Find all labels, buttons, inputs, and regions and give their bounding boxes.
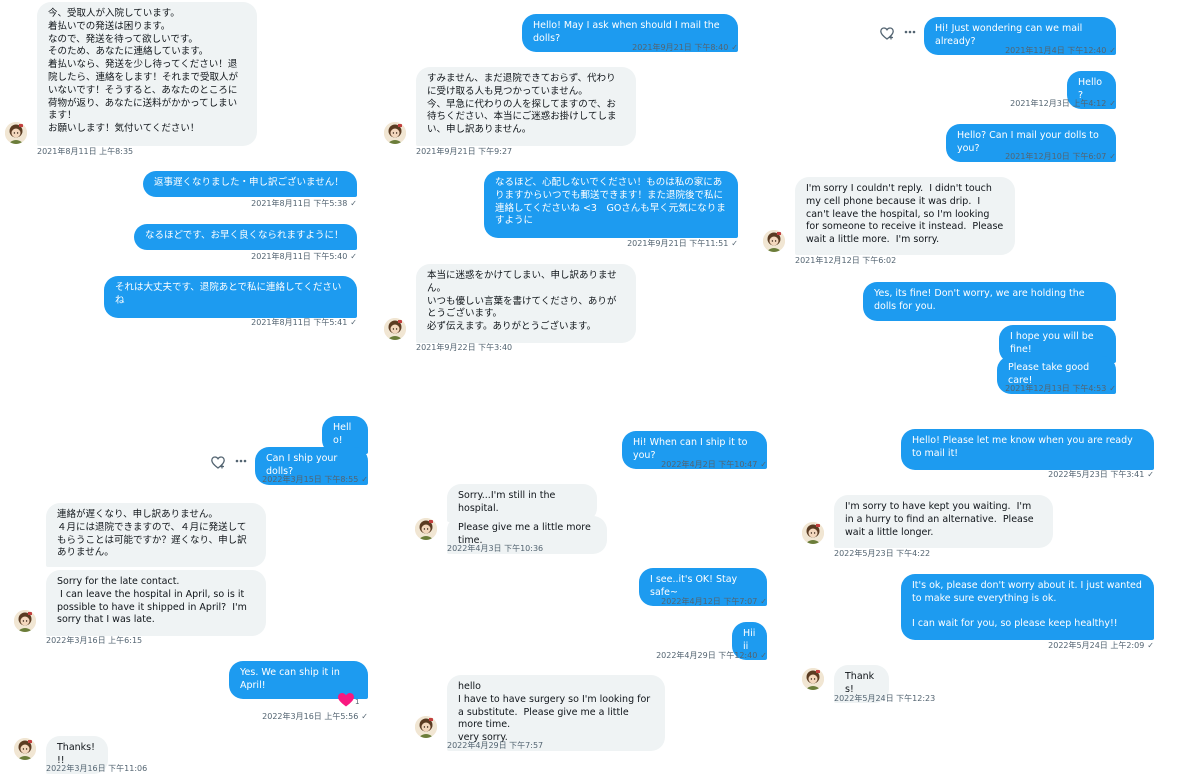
avatar[interactable] bbox=[415, 518, 437, 540]
timestamp-text: 2022年3月16日 上午6:15 bbox=[46, 636, 143, 645]
timestamp-text: 2021年12月10日 下午6:07 bbox=[1005, 152, 1107, 161]
check-icon: ✓ bbox=[760, 651, 767, 660]
received-message-bubble[interactable]: すみません、まだ退院できておらず、代わりに受け取る人も見つかっていません。 今、… bbox=[416, 67, 636, 146]
timestamp-text: 2022年5月23日 下午3:41 bbox=[1048, 470, 1145, 479]
check-icon: ✓ bbox=[350, 318, 357, 327]
heart-icon[interactable] bbox=[338, 692, 354, 711]
sent-message-bubble[interactable]: なるほど、心配しないでください！ものは私の家にありますからいつでも郵送できます！… bbox=[484, 171, 738, 238]
message-timestamp: 2021年9月21日 下午9:27 bbox=[416, 147, 512, 157]
message-timestamp: 2021年12月3日 上午4:12 ✓ bbox=[1010, 99, 1116, 109]
message-timestamp: 2022年3月16日 下午11:06 bbox=[46, 764, 147, 774]
message-timestamp: 2022年4月2日 下午10:47 ✓ bbox=[661, 460, 767, 470]
message-timestamp: 2021年8月11日 下午5:41 ✓ bbox=[251, 318, 357, 328]
received-message-bubble[interactable]: hello I have to have surgery so I'm look… bbox=[447, 675, 665, 751]
message-timestamp: 2022年5月24日 上午2:09 ✓ bbox=[1048, 641, 1154, 651]
reaction-count: 1 bbox=[355, 698, 360, 706]
timestamp-text: 2021年9月21日 下午8:40 bbox=[632, 43, 729, 52]
received-message-bubble[interactable]: 連絡が遅くなり、申し訳ありません。 ４月には退院できますので、４月に発送してもら… bbox=[46, 503, 266, 567]
timestamp-text: 2021年8月11日 下午5:41 bbox=[251, 318, 348, 327]
check-icon: ✓ bbox=[731, 43, 738, 52]
check-icon: ✓ bbox=[361, 475, 368, 484]
check-icon: ✓ bbox=[350, 199, 357, 208]
check-icon: ✓ bbox=[1147, 470, 1154, 479]
timestamp-text: 2022年5月23日 下午4:22 bbox=[834, 549, 931, 558]
avatar[interactable] bbox=[384, 122, 406, 144]
received-message-bubble[interactable]: I'm sorry I couldn't reply. I didn't tou… bbox=[795, 177, 1015, 255]
timestamp-text: 2021年12月3日 上午4:12 bbox=[1010, 99, 1107, 108]
check-icon: ✓ bbox=[350, 252, 357, 261]
check-icon: ✓ bbox=[1109, 99, 1116, 108]
timestamp-text: 2022年4月12日 下午7:07 bbox=[661, 597, 758, 606]
avatar[interactable] bbox=[384, 318, 406, 340]
received-message-bubble[interactable]: Sorry for the late contact. I can leave … bbox=[46, 570, 266, 636]
timestamp-text: 2021年12月13日 下午4:53 bbox=[1005, 384, 1107, 393]
timestamp-text: 2022年4月29日 下午7:57 bbox=[447, 741, 544, 750]
sent-message-bubble[interactable]: Yes, its fine! Don't worry, we are holdi… bbox=[863, 282, 1116, 321]
avatar[interactable] bbox=[14, 738, 36, 760]
timestamp-text: 2022年5月24日 下午12:23 bbox=[834, 694, 936, 703]
more-icon[interactable] bbox=[903, 25, 917, 43]
avatar[interactable] bbox=[14, 610, 36, 632]
check-icon: ✓ bbox=[731, 239, 738, 248]
timestamp-text: 2021年9月22日 下午3:40 bbox=[416, 343, 513, 352]
message-timestamp: 2021年12月12日 下午6:02 bbox=[795, 256, 896, 266]
avatar[interactable] bbox=[802, 668, 824, 690]
avatar[interactable] bbox=[763, 230, 785, 252]
message-timestamp: 2021年9月21日 下午8:40 ✓ bbox=[632, 43, 738, 53]
check-icon: ✓ bbox=[760, 597, 767, 606]
message-timestamp: 2021年12月10日 下午6:07 ✓ bbox=[1005, 152, 1116, 162]
timestamp-text: 2022年5月24日 上午2:09 bbox=[1048, 641, 1145, 650]
message-timestamp: 2022年3月16日 上午6:15 bbox=[46, 636, 142, 646]
message-timestamp: 2022年5月24日 下午12:23 bbox=[834, 694, 935, 704]
timestamp-text: 2021年8月11日 下午5:40 bbox=[251, 252, 348, 261]
timestamp-text: 2021年8月11日 上午8:35 bbox=[37, 147, 134, 156]
sent-message-bubble[interactable]: It's ok, please don't worry about it. I … bbox=[901, 574, 1154, 640]
message-timestamp: 2021年8月11日 下午5:38 ✓ bbox=[251, 199, 357, 209]
timestamp-text: 2022年4月29日 下午12:40 bbox=[656, 651, 758, 660]
received-message-bubble[interactable]: 今、受取人が入院しています。 着払いでの発送は困ります。 なので、発送を待って欲… bbox=[37, 2, 257, 146]
message-timestamp: 2021年9月22日 下午3:40 bbox=[416, 343, 512, 353]
message-timestamp: 2022年4月29日 下午7:57 bbox=[447, 741, 543, 751]
message-timestamp: 2021年12月13日 下午4:53 ✓ bbox=[1005, 384, 1116, 394]
message-timestamp: 2022年4月12日 下午7:07 ✓ bbox=[661, 597, 767, 607]
message-timestamp: 2022年5月23日 下午3:41 ✓ bbox=[1048, 470, 1154, 480]
timestamp-text: 2021年9月21日 下午9:27 bbox=[416, 147, 513, 156]
check-icon: ✓ bbox=[1109, 152, 1116, 161]
timestamp-text: 2021年9月21日 下午11:51 bbox=[627, 239, 729, 248]
timestamp-text: 2022年3月16日 下午11:06 bbox=[46, 764, 148, 773]
message-timestamp: 2022年3月16日 上午5:56 ✓ bbox=[262, 712, 368, 722]
check-icon: ✓ bbox=[1147, 641, 1154, 650]
timestamp-text: 2022年3月16日 上午5:56 bbox=[262, 712, 359, 721]
message-timestamp: 2022年4月3日 下午10:36 bbox=[447, 544, 543, 554]
message-timestamp: 2022年5月23日 下午4:22 bbox=[834, 549, 930, 559]
sent-message-bubble[interactable]: なるほどです、お早く良くなられますように！ bbox=[134, 224, 357, 250]
message-timestamp: 2022年4月29日 下午12:40 ✓ bbox=[656, 651, 767, 661]
sent-message-bubble[interactable]: 返事遅くなりました・申し訳ございません！ bbox=[143, 171, 357, 197]
timestamp-text: 2022年3月15日 下午8:55 bbox=[262, 475, 359, 484]
timestamp-text: 2021年12月12日 下午6:02 bbox=[795, 256, 897, 265]
message-timestamp: 2022年3月15日 下午8:55 ✓ bbox=[262, 475, 368, 485]
check-icon: ✓ bbox=[1109, 384, 1116, 393]
check-icon: ✓ bbox=[1109, 46, 1116, 55]
message-timestamp: 2021年11月4日 下午12:40 ✓ bbox=[1005, 46, 1116, 56]
more-icon[interactable] bbox=[234, 454, 248, 472]
check-icon: ✓ bbox=[361, 712, 368, 721]
timestamp-text: 2021年11月4日 下午12:40 bbox=[1005, 46, 1107, 55]
add-reaction-icon[interactable] bbox=[211, 456, 225, 473]
avatar[interactable] bbox=[415, 716, 437, 738]
received-message-bubble[interactable]: I'm sorry to have kept you waiting. I'm … bbox=[834, 495, 1053, 548]
avatar[interactable] bbox=[802, 522, 824, 544]
add-reaction-icon[interactable] bbox=[880, 27, 894, 44]
message-timestamp: 2021年8月11日 上午8:35 bbox=[37, 147, 133, 157]
message-timestamp: 2021年8月11日 下午5:40 ✓ bbox=[251, 252, 357, 262]
sent-message-bubble[interactable]: Hello! Please let me know when you are r… bbox=[901, 429, 1154, 470]
timestamp-text: 2021年8月11日 下午5:38 bbox=[251, 199, 348, 208]
message-timestamp: 2021年9月21日 下午11:51 ✓ bbox=[627, 239, 738, 249]
timestamp-text: 2022年4月2日 下午10:47 bbox=[661, 460, 758, 469]
sent-message-bubble[interactable]: それは大丈夫です、退院あとで私に連絡してください ね bbox=[104, 276, 357, 318]
timestamp-text: 2022年4月3日 下午10:36 bbox=[447, 544, 544, 553]
check-icon: ✓ bbox=[760, 460, 767, 469]
avatar[interactable] bbox=[5, 122, 27, 144]
received-message-bubble[interactable]: 本当に迷惑をかけてしまい、申し訳ありません。 いつも優しい言葉を書けてくださり、… bbox=[416, 264, 636, 343]
